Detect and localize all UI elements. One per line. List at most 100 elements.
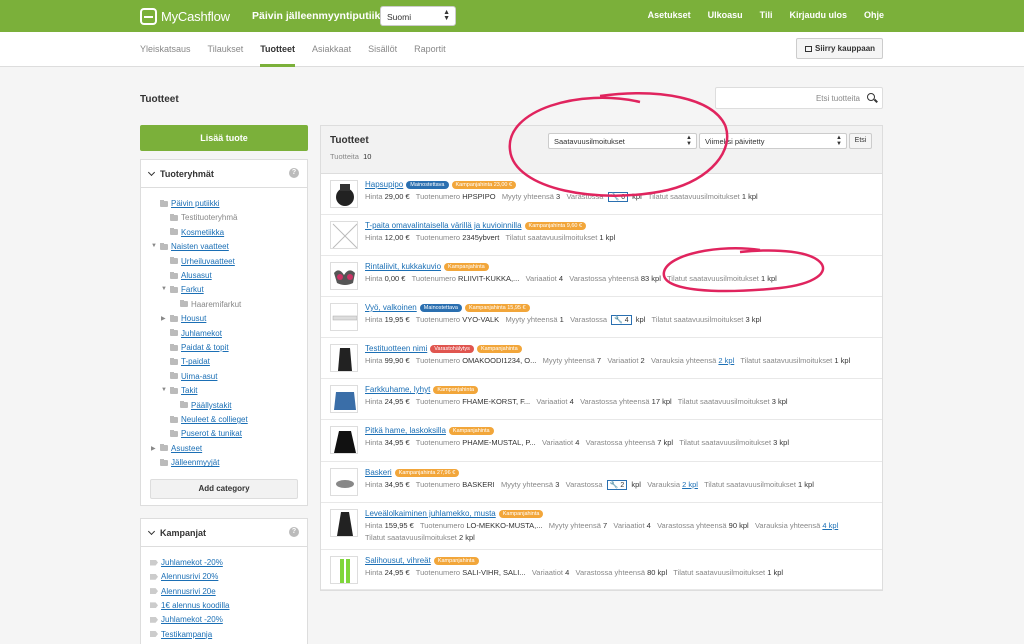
expand-down-icon[interactable]: ▼ bbox=[161, 286, 167, 292]
campaign-item[interactable]: Juhlamekot -20% bbox=[150, 558, 223, 567]
tree-item-label[interactable]: Alusasut bbox=[181, 271, 212, 280]
tree-item[interactable]: ▶ Housut bbox=[161, 314, 206, 323]
tree-item-label[interactable]: Asusteet bbox=[171, 444, 202, 453]
tree-item-label[interactable]: Farkut bbox=[181, 285, 204, 294]
product-thumbnail[interactable] bbox=[330, 385, 358, 413]
tree-item-label[interactable]: Urheiluvaatteet bbox=[181, 257, 235, 266]
tree-item-label[interactable]: Paidat & topit bbox=[181, 343, 229, 352]
tree-item[interactable]: Päällystakit bbox=[180, 401, 231, 410]
product-row[interactable]: Baskeri Kampanjahinta 27,96 € Hinta 34,95 … bbox=[321, 462, 882, 503]
tab-products[interactable]: Tuotteet bbox=[260, 44, 295, 67]
product-row[interactable]: Leveälolkaiminen juhlamekko, musta Kampan… bbox=[321, 503, 882, 550]
product-thumbnail[interactable] bbox=[330, 556, 358, 584]
campaign-item[interactable]: Juhlamekot -20% bbox=[150, 615, 223, 624]
campaign-link[interactable]: 1€ alennus koodilla bbox=[161, 601, 230, 610]
help-icon[interactable]: ? bbox=[289, 168, 299, 178]
campaign-item[interactable]: 1€ alennus koodilla bbox=[150, 601, 230, 610]
nav-account[interactable]: Tili bbox=[760, 10, 773, 20]
tree-item[interactable]: Uima-asut bbox=[170, 372, 217, 381]
product-row[interactable]: T-paita omavalintaisella värillä ja kuvi… bbox=[321, 215, 882, 256]
campaign-item[interactable]: Testikampanja bbox=[150, 630, 212, 639]
expand-right-icon[interactable]: ▶ bbox=[151, 445, 156, 452]
tree-item[interactable]: Haaremifarkut bbox=[180, 300, 241, 309]
tree-item-label[interactable]: Päällystakit bbox=[191, 401, 231, 410]
tree-item[interactable]: Kosmetiikka bbox=[170, 228, 224, 237]
reservations-link[interactable]: 2 kpl bbox=[718, 356, 734, 365]
product-row[interactable]: Pitkä hame, laskoksilla Kampanjahinta Hint… bbox=[321, 420, 882, 462]
tree-item[interactable]: Jälleenmyyjät bbox=[160, 458, 219, 467]
tree-item[interactable]: Puserot & tunikat bbox=[170, 429, 242, 438]
tab-reports[interactable]: Raportit bbox=[414, 44, 446, 54]
tree-item-label[interactable]: Päivin putiikki bbox=[171, 199, 219, 208]
reservations-link[interactable]: 4 kpl bbox=[822, 521, 838, 530]
nav-help[interactable]: Ohje bbox=[864, 10, 884, 20]
product-name-link[interactable]: Hapsupipo bbox=[365, 180, 403, 189]
tree-item[interactable]: Päivin putiikki bbox=[160, 199, 219, 208]
nav-settings[interactable]: Asetukset bbox=[648, 10, 691, 20]
tab-overview[interactable]: Yleiskatsaus bbox=[140, 44, 191, 54]
product-thumbnail[interactable] bbox=[330, 303, 358, 331]
nav-appearance[interactable]: Ulkoasu bbox=[708, 10, 743, 20]
expand-right-icon[interactable]: ▶ bbox=[161, 315, 166, 322]
go-to-shop-button[interactable]: Siirry kauppaan bbox=[796, 38, 883, 59]
search-icon[interactable] bbox=[867, 93, 875, 101]
product-name-link[interactable]: Pitkä hame, laskoksilla bbox=[365, 426, 446, 435]
reservations-link[interactable]: 2 kpl bbox=[682, 480, 698, 489]
tab-contents[interactable]: Sisällöt bbox=[368, 44, 397, 54]
tab-orders[interactable]: Tilaukset bbox=[208, 44, 244, 54]
campaign-link[interactable]: Alennusrivi 20% bbox=[161, 572, 218, 581]
product-row[interactable]: Vyö, valkoinen Mainostettava Kampanjahinta… bbox=[321, 297, 882, 338]
product-thumbnail[interactable] bbox=[330, 344, 358, 372]
product-name-link[interactable]: T-paita omavalintaisella värillä ja kuvi… bbox=[365, 221, 522, 230]
product-name-link[interactable]: Testituotteen nimi bbox=[365, 344, 427, 353]
product-thumbnail[interactable] bbox=[330, 468, 358, 496]
product-row[interactable]: Rintaliivit, kukkakuvio Kampanjahinta Hint… bbox=[321, 256, 882, 297]
product-thumbnail[interactable] bbox=[330, 509, 358, 537]
tab-customers[interactable]: Asiakkaat bbox=[312, 44, 351, 54]
product-thumbnail[interactable] bbox=[330, 426, 358, 454]
sort-select[interactable]: Viimeksi päivitetty ▲ ▼ bbox=[699, 133, 847, 149]
product-groups-header[interactable]: Tuoteryhmät ? bbox=[141, 160, 307, 188]
nav-logout[interactable]: Kirjaudu ulos bbox=[789, 10, 847, 20]
tree-item[interactable]: Juhlamekot bbox=[170, 329, 222, 338]
tree-item[interactable]: Alusasut bbox=[170, 271, 212, 280]
help-icon[interactable]: ? bbox=[289, 527, 299, 537]
tree-item-label[interactable]: T-paidat bbox=[181, 357, 210, 366]
tree-item-label[interactable]: Takit bbox=[181, 386, 197, 395]
product-name-link[interactable]: Leveälolkaiminen juhlamekko, musta bbox=[365, 509, 496, 518]
product-name-link[interactable]: Farkkuhame, lyhyt bbox=[365, 385, 430, 394]
campaign-link[interactable]: Juhlamekot -20% bbox=[161, 558, 223, 567]
tree-item-label[interactable]: Juhlamekot bbox=[181, 329, 222, 338]
filter-select[interactable]: Saatavuusilmoitukset ▲ ▼ bbox=[548, 133, 697, 149]
product-name-link[interactable]: Vyö, valkoinen bbox=[365, 303, 417, 312]
language-select[interactable]: Suomi ▲ ▼ bbox=[380, 6, 456, 26]
tree-item-label[interactable]: Jälleenmyyjät bbox=[171, 458, 219, 467]
product-thumbnail[interactable] bbox=[330, 180, 358, 208]
tree-item-label[interactable]: Puserot & tunikat bbox=[181, 429, 242, 438]
product-thumbnail[interactable] bbox=[330, 221, 358, 249]
product-name-link[interactable]: Salihousut, vihreät bbox=[365, 556, 431, 565]
product-search-input[interactable]: Etsi tuotteita bbox=[715, 87, 883, 109]
add-product-button[interactable]: Lisää tuote bbox=[140, 125, 308, 151]
product-name-link[interactable]: Baskeri bbox=[365, 468, 392, 477]
tree-item[interactable]: Testituoteryhmä bbox=[170, 213, 237, 222]
expand-down-icon[interactable]: ▼ bbox=[151, 243, 157, 249]
stock-badge[interactable]: 🔧 2 bbox=[606, 480, 628, 490]
tree-item[interactable]: T-paidat bbox=[170, 357, 210, 366]
tree-item-label[interactable]: Kosmetiikka bbox=[181, 228, 224, 237]
tree-item-label[interactable]: Housut bbox=[181, 314, 206, 323]
tree-item[interactable]: Urheiluvaatteet bbox=[170, 257, 235, 266]
product-row[interactable]: Farkkuhame, lyhyt Kampanjahinta Hinta 24,9… bbox=[321, 379, 882, 420]
tree-item[interactable]: ▶ Asusteet bbox=[151, 444, 202, 453]
campaign-item[interactable]: Alennusrivi 20e bbox=[150, 587, 216, 596]
product-thumbnail[interactable] bbox=[330, 262, 358, 290]
campaigns-header[interactable]: Kampanjat ? bbox=[141, 519, 307, 547]
campaign-link[interactable]: Testikampanja bbox=[161, 630, 212, 639]
tree-item[interactable]: Paidat & topit bbox=[170, 343, 229, 352]
tree-item-label[interactable]: Naisten vaatteet bbox=[171, 242, 229, 251]
expand-down-icon[interactable]: ▼ bbox=[161, 387, 167, 393]
tree-item[interactable]: Neuleet & collieget bbox=[170, 415, 248, 424]
tree-item-label[interactable]: Uima-asut bbox=[181, 372, 217, 381]
tree-item[interactable]: ▼ Farkut bbox=[161, 285, 204, 294]
stock-badge[interactable]: 🔧 4 bbox=[611, 315, 632, 325]
